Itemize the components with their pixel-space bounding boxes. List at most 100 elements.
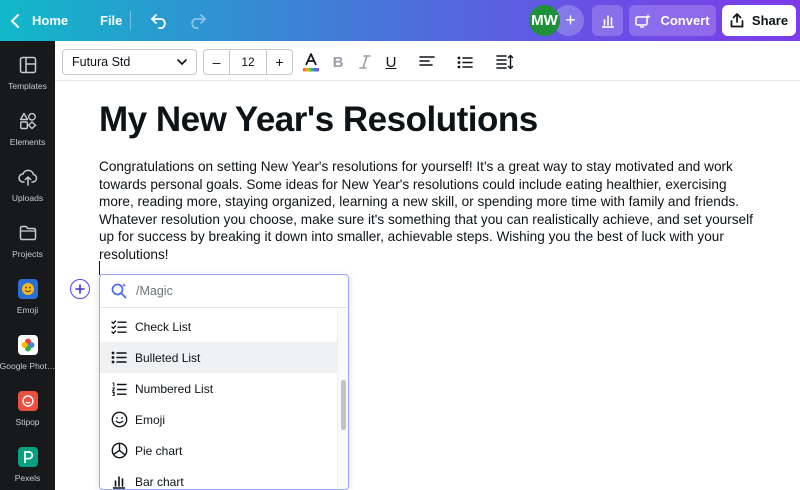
magic-search-input[interactable] [136, 284, 326, 298]
sidebar-item-label: Google Phot… [0, 361, 56, 371]
text-color-icon [303, 53, 319, 72]
elements-icon [17, 110, 39, 132]
magic-search-icon [110, 282, 128, 300]
font-family-dropdown[interactable]: Futura Std [62, 49, 197, 75]
sidebar-item-pexels[interactable]: Pexels [0, 433, 55, 489]
document-title[interactable]: My New Year's Resolutions [99, 100, 538, 140]
avatar[interactable]: MW [529, 5, 560, 36]
sidebar-item-projects[interactable]: Projects [0, 209, 55, 265]
menu-item-label: Emoji [135, 412, 166, 427]
redo-button[interactable] [187, 0, 207, 41]
increase-font-size-button[interactable]: + [267, 50, 292, 74]
share-button[interactable]: Share [722, 5, 796, 36]
decrease-font-size-button[interactable]: – [204, 50, 229, 74]
insights-button[interactable] [592, 5, 623, 36]
sidebar-item-label: Emoji [16, 305, 39, 315]
chevron-left-icon [10, 13, 19, 28]
top-bar: Home File + MW Convert Share [0, 0, 800, 41]
sidebar-item-label: Elements [9, 137, 46, 147]
bar-chart-icon [601, 14, 614, 28]
document-body-paragraph[interactable]: Congratulations on setting New Year's re… [99, 158, 759, 264]
menu-item-bulleted-list[interactable]: Bulleted List [100, 342, 337, 373]
sidebar-item-label: Pexels [14, 473, 41, 483]
sidebar-item-emoji[interactable]: Emoji [0, 265, 55, 321]
underline-button[interactable]: U [380, 51, 402, 73]
share-upload-icon [730, 13, 744, 28]
file-menu-button[interactable]: File [100, 0, 122, 41]
pie-chart-icon [109, 441, 129, 461]
magic-menu-list: Check List Bulleted List Numbered List E… [100, 311, 337, 489]
plus-label: + [275, 54, 284, 70]
bulleted-list-button[interactable] [454, 51, 476, 73]
text-color-button[interactable] [300, 51, 322, 73]
text-format-toolbar: Futura Std – 12 + B U [55, 41, 800, 81]
smiley-icon [109, 410, 129, 430]
italic-button[interactable] [354, 51, 376, 73]
sidebar-item-label: Uploads [11, 193, 44, 203]
align-left-button[interactable] [416, 51, 438, 73]
home-button[interactable]: Home [10, 0, 68, 41]
left-sidebar: Templates Elements Uploads Projects Emoj… [0, 41, 55, 490]
convert-button[interactable]: Convert [629, 5, 716, 36]
add-block-button[interactable] [70, 279, 90, 299]
sidebar-item-label: Stipop [15, 417, 40, 427]
underline-label: U [385, 53, 397, 71]
file-label: File [100, 13, 123, 28]
emoji-app-icon [17, 278, 39, 300]
font-size-input[interactable]: 12 [229, 50, 267, 74]
menu-item-label: Bar chart [135, 474, 184, 489]
add-collaborator-label: + [565, 10, 576, 30]
topbar-divider [130, 11, 131, 30]
checklist-icon [109, 317, 129, 337]
menu-item-label: Check List [135, 319, 192, 334]
pexels-icon [17, 446, 39, 468]
bulleted-list-icon [109, 348, 129, 368]
text-cursor [99, 261, 100, 275]
sidebar-item-elements[interactable]: Elements [0, 97, 55, 153]
bold-label: B [332, 53, 344, 71]
plus-icon [75, 284, 85, 294]
undo-button[interactable] [150, 0, 170, 41]
italic-icon [359, 55, 371, 69]
font-family-value: Futura Std [72, 55, 131, 69]
stipop-icon [17, 390, 39, 412]
numbered-list-icon [109, 379, 129, 399]
menu-item-bar-chart[interactable]: Bar chart [100, 466, 337, 489]
share-label: Share [751, 13, 789, 28]
align-left-icon [419, 56, 435, 66]
redo-icon [191, 13, 206, 29]
chevron-down-icon [177, 59, 187, 66]
sidebar-item-google-photos[interactable]: Google Phot… [0, 321, 55, 377]
menu-item-check-list[interactable]: Check List [100, 311, 337, 342]
menu-item-pie-chart[interactable]: Pie chart [100, 435, 337, 466]
magic-search-bar [100, 275, 348, 308]
sidebar-item-stipop[interactable]: Stipop [0, 377, 55, 433]
minus-label: – [212, 54, 221, 70]
undo-icon [151, 13, 166, 29]
menu-item-emoji[interactable]: Emoji [100, 404, 337, 435]
menu-item-label: Bulleted List [135, 350, 201, 365]
font-size-stepper: – 12 + [203, 49, 293, 75]
magic-command-menu: Check List Bulleted List Numbered List E… [99, 274, 349, 490]
bold-button[interactable]: B [327, 51, 349, 73]
menu-scrollbar[interactable] [337, 309, 348, 489]
font-size-value: 12 [241, 55, 255, 69]
magic-convert-icon [635, 13, 652, 28]
google-photos-icon [17, 334, 39, 356]
folder-icon [17, 222, 39, 244]
sidebar-item-templates[interactable]: Templates [0, 41, 55, 97]
menu-item-numbered-list[interactable]: Numbered List [100, 373, 337, 404]
upload-cloud-icon [17, 166, 39, 188]
menu-item-label: Numbered List [135, 381, 214, 396]
sidebar-item-label: Templates [8, 81, 47, 91]
menu-item-label: Pie chart [135, 443, 183, 458]
scrollbar-thumb[interactable] [341, 380, 346, 430]
home-label: Home [32, 13, 69, 28]
line-spacing-icon [496, 54, 514, 70]
templates-icon [17, 54, 39, 76]
sidebar-item-label: Projects [12, 249, 43, 259]
convert-label: Convert [660, 13, 710, 28]
sidebar-item-uploads[interactable]: Uploads [0, 153, 55, 209]
bulleted-list-icon [457, 56, 473, 68]
line-spacing-button[interactable] [494, 51, 516, 73]
